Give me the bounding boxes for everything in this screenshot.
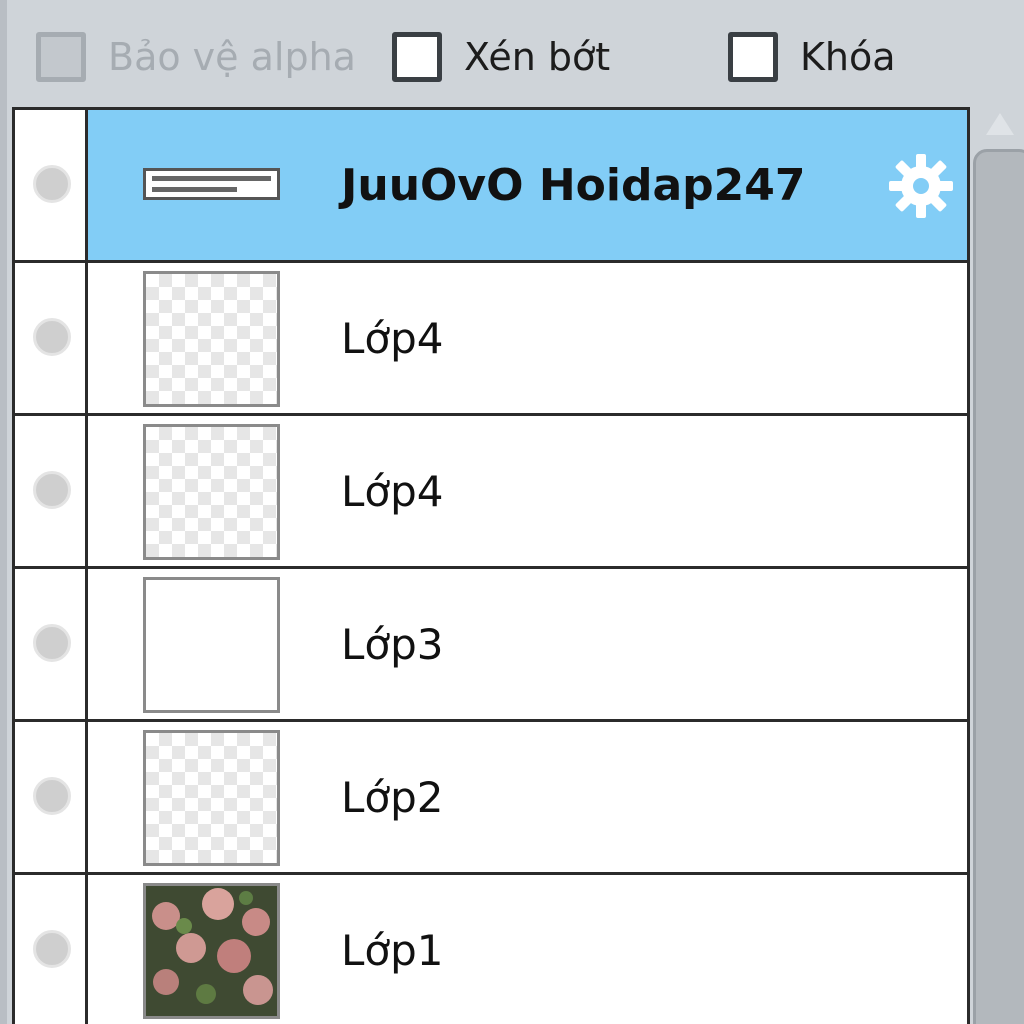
layer-name: Lớp4 — [341, 466, 444, 516]
layer-thumbnail — [143, 168, 280, 200]
layer-row[interactable]: JuuOvO Hoidap247 — [15, 110, 967, 263]
layer-name: Lớp4 — [341, 313, 444, 363]
layer-name: Lớp3 — [341, 619, 444, 669]
lock-option[interactable]: Khóa — [728, 30, 896, 84]
roses-image — [146, 886, 277, 1016]
visibility-dot-icon — [33, 165, 71, 203]
layer-row[interactable]: Lớp4 — [15, 263, 967, 416]
visibility-toggle[interactable] — [15, 416, 88, 566]
lock-label[interactable]: Khóa — [800, 35, 896, 79]
layer-row[interactable]: Lớp2 — [15, 722, 967, 875]
scrollbar-thumb[interactable] — [973, 149, 1024, 1024]
gear-icon[interactable] — [885, 150, 957, 222]
clip-option[interactable]: Xén bớt — [392, 30, 610, 84]
layer-list: JuuOvO Hoidap247 Lớp4 Lớp4 Lớp3 Lớp2 Lớp… — [12, 107, 970, 1024]
visibility-dot-icon — [33, 777, 71, 815]
layer-thumbnail — [143, 271, 280, 407]
visibility-toggle[interactable] — [15, 110, 88, 260]
panel-left-edge — [0, 0, 7, 1024]
layer-thumbnail-photo — [143, 883, 280, 1019]
visibility-dot-icon — [33, 930, 71, 968]
layer-list-scrollbar[interactable] — [970, 107, 1024, 1024]
layer-row[interactable]: Lớp1 — [15, 875, 967, 1024]
chevron-up-icon[interactable] — [986, 113, 1014, 135]
layer-options-bar: Bảo vệ alpha Xén bớt Khóa — [0, 0, 1024, 108]
clip-label[interactable]: Xén bớt — [464, 35, 610, 79]
layer-row[interactable]: Lớp3 — [15, 569, 967, 722]
layer-thumbnail — [143, 577, 280, 713]
protect-alpha-checkbox — [36, 32, 86, 82]
visibility-dot-icon — [33, 471, 71, 509]
visibility-dot-icon — [33, 624, 71, 662]
visibility-toggle[interactable] — [15, 263, 88, 413]
layer-thumbnail — [143, 730, 280, 866]
layer-name: Lớp2 — [341, 772, 444, 822]
visibility-toggle[interactable] — [15, 722, 88, 872]
clip-checkbox[interactable] — [392, 32, 442, 82]
lock-checkbox[interactable] — [728, 32, 778, 82]
protect-alpha-option: Bảo vệ alpha — [36, 30, 356, 84]
layer-thumbnail — [143, 424, 280, 560]
protect-alpha-label: Bảo vệ alpha — [108, 35, 356, 79]
visibility-dot-icon — [33, 318, 71, 356]
visibility-toggle[interactable] — [15, 569, 88, 719]
layer-name: Lớp1 — [341, 925, 444, 975]
layer-name: JuuOvO Hoidap247 — [341, 159, 806, 211]
layer-row[interactable]: Lớp4 — [15, 416, 967, 569]
visibility-toggle[interactable] — [15, 875, 88, 1024]
